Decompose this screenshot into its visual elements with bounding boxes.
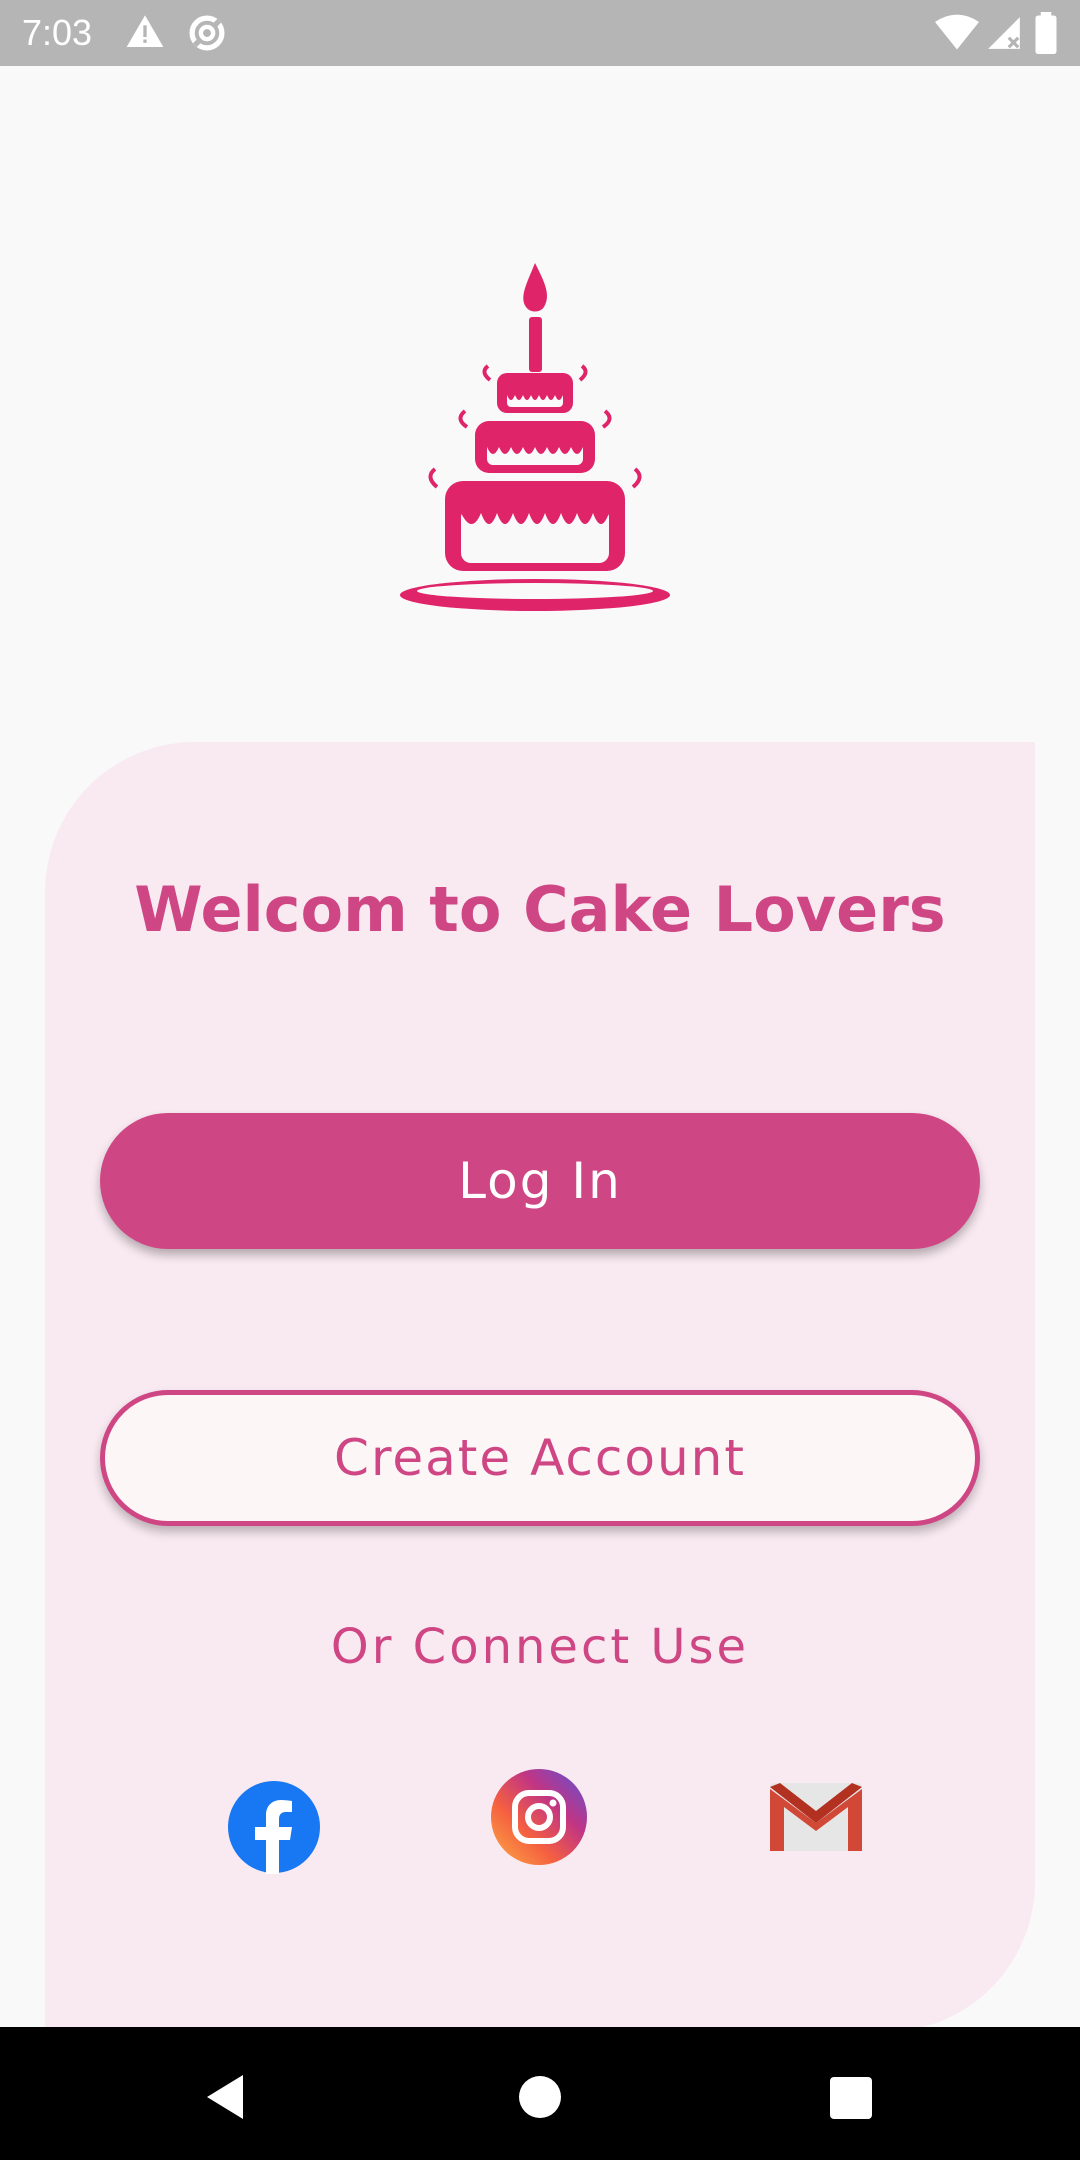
back-icon[interactable] [203,2073,247,2121]
battery-icon [1035,12,1057,54]
recents-icon[interactable] [830,2077,872,2119]
create-account-button[interactable]: Create Account [100,1390,980,1526]
data-saver-icon [189,15,225,51]
warning-icon [126,15,164,48]
gmail-icon[interactable] [770,1783,862,1851]
instagram-icon[interactable] [490,1768,588,1866]
status-time: 7:03 [22,12,93,53]
welcome-title: Welcom to Cake Lovers [134,873,946,946]
login-button[interactable]: Log In [100,1113,980,1249]
signal-icon [988,17,1020,49]
status-bar: 7:03 [0,0,1080,66]
connect-label: Or Connect Use [330,1619,750,1675]
birthday-cake-icon [400,263,670,611]
wifi-icon [935,14,979,50]
facebook-icon[interactable] [227,1780,321,1874]
home-icon[interactable] [518,2075,562,2119]
navigation-bar [0,2027,1080,2160]
